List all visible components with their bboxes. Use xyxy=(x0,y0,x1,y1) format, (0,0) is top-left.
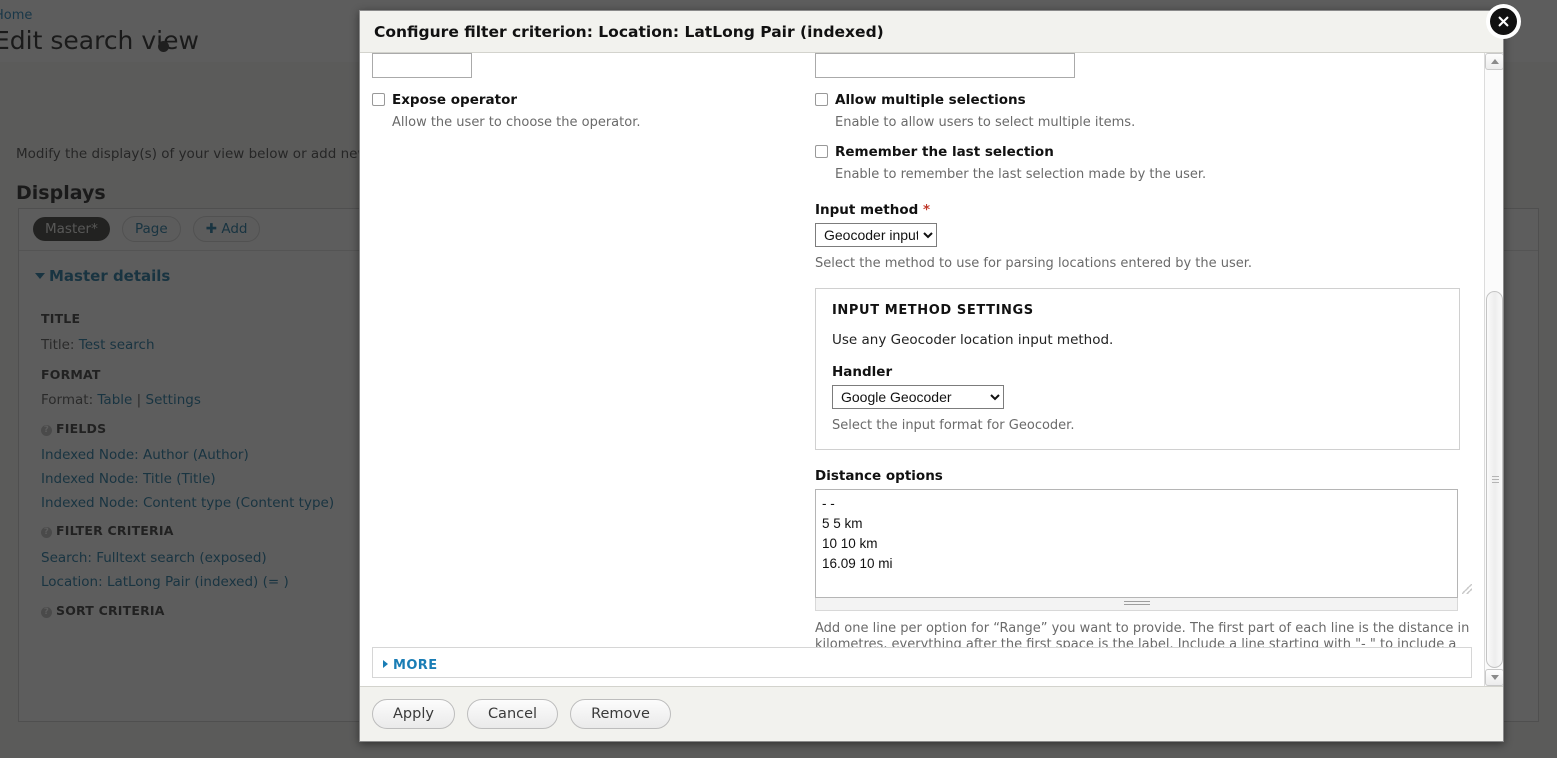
scroll-up-arrow-icon[interactable] xyxy=(1485,53,1503,70)
grip-lines-icon xyxy=(1123,601,1150,607)
chevron-right-icon xyxy=(383,660,388,668)
expose-operator-checkbox[interactable] xyxy=(372,93,385,106)
input-method-settings-description: Use any Geocoder location input method. xyxy=(832,332,1114,348)
expose-operator-row[interactable]: Expose operator xyxy=(372,92,802,108)
input-method-settings-legend: INPUT METHOD SETTINGS xyxy=(832,303,1034,318)
allow-multiple-checkbox[interactable] xyxy=(815,93,828,106)
operator-text-input[interactable] xyxy=(372,53,472,78)
scrollbar-thumb[interactable] xyxy=(1486,291,1503,668)
modal-footer: Apply Cancel Remove xyxy=(360,687,1503,741)
triangle-up-icon xyxy=(1490,59,1499,64)
distance-options-textarea[interactable] xyxy=(815,489,1458,598)
apply-button[interactable]: Apply xyxy=(372,699,455,729)
handler-label: Handler xyxy=(832,364,893,380)
more-label: MORE xyxy=(393,658,438,673)
allow-multiple-row[interactable]: Allow multiple selections xyxy=(815,92,1475,108)
scroll-down-arrow-icon[interactable] xyxy=(1485,669,1503,686)
modal-body: Expose operator Allow the user to choose… xyxy=(360,53,1503,687)
resize-handle-icon[interactable] xyxy=(1462,584,1472,594)
modal-form: Expose operator Allow the user to choose… xyxy=(360,53,1484,686)
remove-button[interactable]: Remove xyxy=(570,699,671,729)
remember-last-description: Enable to remember the last selection ma… xyxy=(835,167,1207,182)
modal-scrollbar[interactable] xyxy=(1484,53,1503,686)
required-marker: * xyxy=(923,202,931,218)
distance-options-textarea-wrap xyxy=(815,489,1475,598)
allow-multiple-description: Enable to allow users to select multiple… xyxy=(835,115,1136,130)
configure-filter-modal: Configure filter criterion: Location: La… xyxy=(359,8,1517,742)
cancel-button[interactable]: Cancel xyxy=(466,699,559,729)
handler-description: Select the input format for Geocoder. xyxy=(832,418,1075,433)
textarea-drag-grip[interactable] xyxy=(815,598,1458,611)
input-method-label: Input method * xyxy=(815,202,1475,218)
more-section[interactable]: MORE xyxy=(372,647,1472,678)
modal-title: Configure filter criterion: Location: La… xyxy=(360,11,1503,53)
triangle-down-icon xyxy=(1490,675,1499,680)
form-left-column: Expose operator Allow the user to choose… xyxy=(372,53,802,130)
form-right-column: Allow multiple selections Enable to allo… xyxy=(815,53,1475,669)
allow-multiple-label: Allow multiple selections xyxy=(835,92,1026,108)
close-icon[interactable] xyxy=(1490,8,1517,35)
input-method-label-text: Input method xyxy=(815,202,919,218)
thumb-grip-icon xyxy=(1492,475,1499,484)
input-method-description: Select the method to use for parsing loc… xyxy=(815,256,1253,271)
expose-operator-description: Allow the user to choose the operator. xyxy=(392,115,641,130)
input-method-settings-fieldset: INPUT METHOD SETTINGS Use any Geocoder l… xyxy=(815,288,1460,450)
input-method-select[interactable]: Geocoder input xyxy=(815,223,937,247)
distance-options-label: Distance options xyxy=(815,468,943,484)
remember-last-checkbox[interactable] xyxy=(815,145,828,158)
expose-operator-label: Expose operator xyxy=(392,92,518,108)
remember-last-row[interactable]: Remember the last selection xyxy=(815,144,1475,160)
remember-last-label: Remember the last selection xyxy=(835,144,1054,160)
identifier-text-input[interactable] xyxy=(815,53,1075,78)
handler-select[interactable]: Google Geocoder xyxy=(832,385,1004,409)
